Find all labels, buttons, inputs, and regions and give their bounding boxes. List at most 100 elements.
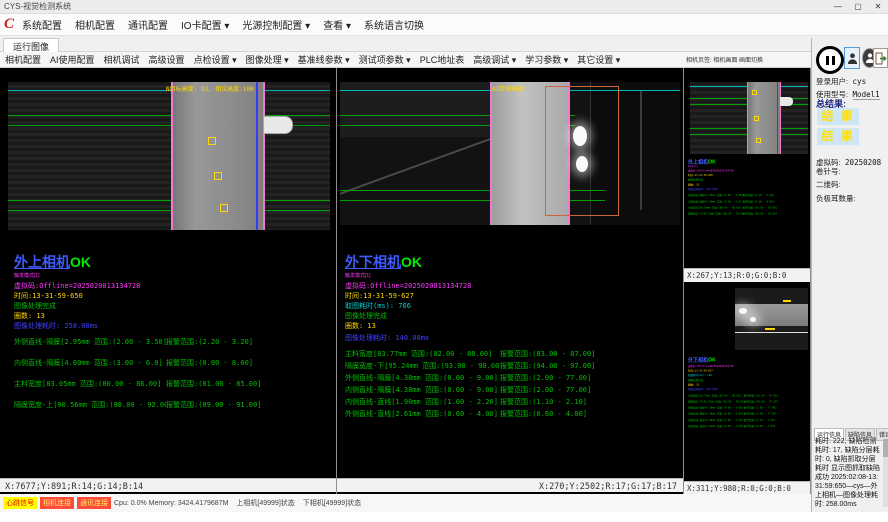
tool-learning-params[interactable]: 学习参数 ▾ (525, 53, 568, 66)
maximize-button[interactable]: ▢ (848, 0, 868, 14)
measurement-row: 外侧直线-直线[2.61mm 范围:(0.60 - 4.00]报警范围:(0.6… (345, 409, 587, 419)
measurement-row: 内侧直线-直线[1.90mm 范围:(1.00 - 2.20]报警范围:(1.1… (345, 397, 587, 407)
tool-spot-check[interactable]: 点检设置 ▾ (194, 53, 237, 66)
tool-camera-debug[interactable]: 相机调试 (104, 53, 140, 66)
sidebar: 登录用户: cys 使用型号: Model1 总结果: 结 果 结 果 虚拟码:… (811, 38, 888, 512)
glare-spot (750, 317, 756, 322)
barcode-value: 20250208 (845, 158, 881, 167)
electrode-band (735, 304, 808, 326)
upper-camera-status: 上相机[49999]状态 (236, 498, 294, 508)
tool-ai-config[interactable]: AI使用配置 (50, 53, 95, 66)
tool-advanced-debug[interactable]: 高级调试 ▾ (473, 53, 516, 66)
app-logo-icon: C (4, 17, 14, 32)
small-bottom-status-bar: X:311;Y:980;R:0;G:0;B:0 (684, 481, 810, 495)
middle-cursor-readout: X:270;Y:2502;R:17;G:17;B:17 (539, 482, 677, 492)
middle-barcode: 虚拟码:Offline=2025020813134728 (345, 281, 471, 291)
middle-result-title: 外下相机OK 触发模式[1] (345, 252, 422, 279)
glare-spot (573, 126, 587, 146)
annotation-box (208, 137, 216, 145)
annotation-mark (765, 328, 775, 330)
right-column-header: 相机页签: 相机画面 画面切换 (686, 55, 808, 64)
machine-structure (640, 90, 642, 210)
menu-system-config[interactable]: 系统配置 (22, 17, 62, 32)
tool-image-processing[interactable]: 图像处理 ▾ (246, 53, 289, 66)
user-icon (847, 52, 858, 65)
edge-line (777, 82, 778, 154)
small-top-cursor-readout: X:267;Y:13;R:0;G:0;B:0 (687, 271, 786, 280)
measurement-row: 外侧直线-隔膜[4.38mm 范围:(0.00 - 9.00]报警范围:(2.0… (345, 373, 591, 383)
menu-comm-config[interactable]: 通讯配置 (128, 17, 168, 32)
middle-trigger-note: 触发模式[1] (345, 272, 422, 279)
tab-connector (263, 116, 293, 134)
measurement-row: 主料宽度[83.05mm 范围:(80.00 - 86.00]报警范围:(81.… (14, 379, 261, 389)
heartbeat-badge: 心跳信号 (3, 497, 37, 509)
annotation-box (220, 204, 228, 212)
menu-view[interactable]: 查看 ▾ (323, 17, 351, 32)
menu-camera-config[interactable]: 相机配置 (75, 17, 115, 32)
measure-line (8, 210, 330, 211)
left-done: 图像处理完成 (14, 301, 56, 311)
measurement-row: 主料宽度[83.77mm 范围:(82.00 - 88.00]报警范围:(83.… (345, 349, 595, 359)
annotation-box (214, 172, 222, 180)
window-title: CYS-视觉检测系统 (4, 2, 71, 11)
middle-camera-image[interactable]: AI检测画面 (340, 82, 680, 225)
measurement-row: 外侧直线-隔膜[2.95mm 范围:(2.00 - 3.50]报警范围:(2.2… (14, 337, 253, 347)
annotation-box (756, 138, 761, 143)
switch-user-button[interactable] (844, 47, 860, 69)
left-image-overlay-label: N目标高度: 93, 相位高度:100 (166, 84, 254, 93)
middle-elapsed: 图像处理耗时: 140.00ms (345, 333, 429, 343)
menu-light-config[interactable]: 光源控制配置 ▾ (242, 17, 310, 32)
cpu-memory-readout: Cpu: 0.0% Memory: 3424.4179687M (114, 500, 228, 507)
left-status-bar: X:7677;Y:891;R:14;G:14;B:14 (0, 478, 336, 492)
pin-number-label: 卷针号: (816, 166, 841, 177)
left-barcode: 虚拟码:Offline=2025020813134728 (14, 281, 140, 291)
result-box-1: 结 果 (817, 108, 859, 125)
left-camera-image[interactable]: N目标高度: 93, 相位高度:100 (8, 82, 330, 230)
annotation-mark (783, 300, 791, 302)
exit-door-icon (875, 52, 887, 65)
left-trigger-note: 触发模式[1] (14, 272, 91, 279)
tool-camera-config[interactable]: 相机配置 (5, 53, 41, 66)
glare-spot (576, 156, 588, 172)
tool-plc-address[interactable]: PLC地址表 (420, 53, 465, 66)
small-bottom-cursor-readout: X:311;Y:980;R:0;G:0;B:0 (687, 484, 791, 493)
exit-button[interactable] (873, 48, 888, 68)
tool-test-params[interactable]: 测试项参数 ▾ (359, 53, 411, 66)
small-top-camera-image[interactable] (690, 82, 808, 154)
menu-language-switch[interactable]: 系统语言切换 (364, 17, 424, 32)
measure-line (8, 200, 330, 201)
menu-bar: C 系统配置 相机配置 通讯配置 IO卡配置 ▾ 光源控制配置 ▾ 查看 ▾ 系… (0, 14, 888, 36)
info-log-text: 耗时: 222, 缺陷检测耗时: 17, 缺陷分层耗时: 0, 缺陷抓取分层耗时… (815, 437, 881, 507)
middle-status-bar: X:270;Y:2502;R:17;G:17;B:17 (337, 478, 683, 492)
tool-advanced-settings[interactable]: 高级设置 (149, 53, 185, 66)
minimize-button[interactable]: — (828, 0, 848, 14)
measurement-row: 隔膜宽度-上[90.56mm 范围:(88.00 - 92.00]报警范围:(8… (14, 400, 261, 410)
middle-done: 图像处理完成 (345, 311, 387, 321)
menu-io-config[interactable]: IO卡配置 ▾ (181, 17, 229, 32)
camera-link-badge: 相机连接 (40, 497, 74, 509)
tool-other-settings[interactable]: 其它设置 ▾ (577, 53, 620, 66)
small-bottom-text-block: 外下相机OK 虚拟码:Offline=2025020813134728 时间:1… (688, 356, 809, 474)
model-select[interactable]: Model1 (853, 90, 880, 100)
result-box-2: 结 果 (817, 128, 859, 145)
tab-strip: 运行图像 (0, 36, 888, 52)
info-scrollbar[interactable] (883, 437, 888, 507)
middle-turns: 圈数: 13 (345, 321, 376, 331)
small-top-status-bar: X:267;Y:13;R:0;G:0;B:0 (684, 268, 810, 282)
scrollbar-thumb[interactable] (883, 439, 888, 457)
edge-line (735, 332, 808, 333)
measurement-row: 内侧直线-隔膜[4.60mm 范围:(3.00 - 6.0]报警范围:(0.00… (14, 358, 253, 368)
glare-spot (739, 308, 747, 314)
electrode-strip (171, 82, 265, 230)
left-elapsed: 图像处理耗时: 258.00ms (14, 321, 98, 331)
close-button[interactable]: ✕ (868, 0, 888, 14)
small-bottom-camera-image[interactable] (735, 288, 808, 350)
measurement-row: 隔膜宽度-下[95.24mm 范围:(93.00 - 98.00]报警范围:(9… (345, 361, 595, 371)
divider (336, 68, 337, 494)
tool-baseline-params[interactable]: 基准线参数 ▾ (298, 53, 350, 66)
left-turns: 圈数: 13 (14, 311, 45, 321)
middle-grab-time: 取图耗时(ms): 766 (345, 301, 411, 311)
pause-button[interactable] (816, 46, 844, 74)
left-cursor-readout: X:7677;Y:891;R:14;G:14;B:14 (5, 482, 143, 492)
edge-line (256, 82, 258, 230)
